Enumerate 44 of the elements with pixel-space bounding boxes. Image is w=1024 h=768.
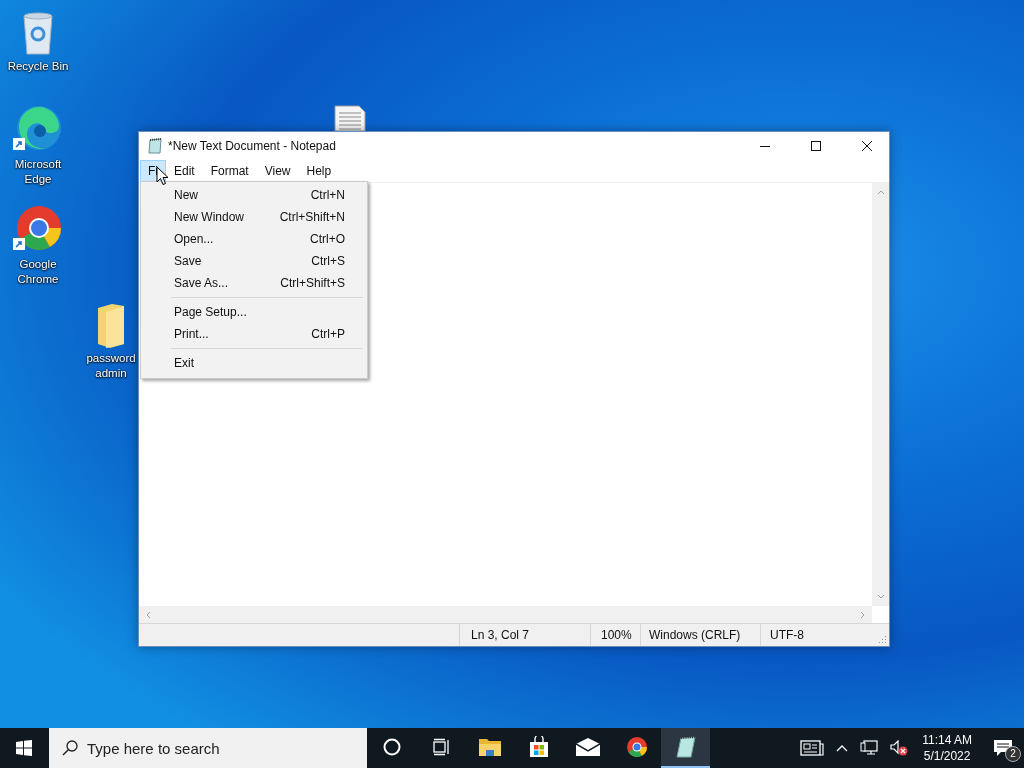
folder-icon (477, 737, 502, 757)
muted-speaker-icon[interactable] (890, 740, 909, 756)
cursor-icon (156, 166, 169, 186)
document-icon[interactable] (333, 104, 367, 131)
menu-item[interactable]: Edit (166, 160, 203, 182)
envelope-icon (575, 738, 600, 756)
menu-option[interactable]: Page Setup... (143, 301, 365, 323)
shopping-bag-icon (527, 736, 550, 758)
taskbar-button[interactable] (661, 728, 710, 768)
network-icon[interactable] (860, 740, 879, 756)
close-icon[interactable] (861, 140, 873, 152)
search-icon (62, 740, 78, 756)
notification-count-badge: 2 (1005, 746, 1021, 762)
status-bar-field: UTF-8 (760, 624, 877, 646)
chrome-icon (625, 736, 648, 758)
menu-item[interactable]: View (256, 160, 299, 182)
maximize-icon[interactable] (810, 140, 822, 152)
window-title: *New Text Document - Notepad (168, 139, 337, 153)
menu-item[interactable]: Help (298, 160, 340, 182)
status-bar-field: Ln 3, Col 7 (459, 624, 590, 646)
clock-time[interactable]: 11:14 AM (922, 732, 972, 748)
status-bar-field: 100% (590, 624, 640, 646)
menu-option[interactable]: Exit (143, 352, 365, 374)
circle-icon (382, 738, 401, 756)
task-view-icon (431, 738, 450, 756)
desktop-icon-label[interactable]: Recycle Bin (3, 59, 73, 74)
menu-item[interactable]: Format (202, 160, 257, 182)
search-field[interactable]: Type here to search (49, 728, 367, 768)
menu-option[interactable]: Save Ctrl+S (143, 250, 365, 272)
notepad-icon (674, 736, 697, 758)
menu-option[interactable]: Save As... Ctrl+Shift+S (143, 272, 365, 294)
caret-up-icon[interactable] (836, 744, 849, 752)
menu-option[interactable]: Open... Ctrl+O (143, 228, 365, 250)
desktop-icon-label[interactable]: Microsoft Edge (3, 157, 73, 187)
menu-option[interactable]: New Ctrl+N (143, 184, 365, 206)
windows-logo-icon (16, 740, 32, 756)
news-icon[interactable] (800, 739, 825, 757)
menu-option[interactable]: New Window Ctrl+Shift+N (143, 206, 365, 228)
menu-option[interactable]: Print... Ctrl+P (143, 323, 365, 345)
resize-grip-icon[interactable] (877, 634, 887, 644)
clock-date[interactable]: 5/1/2022 (923, 748, 971, 764)
status-bar-field: Windows (CRLF) (640, 624, 760, 646)
desktop-icon-label[interactable]: Google Chrome (3, 257, 73, 287)
notepad-icon (147, 138, 163, 154)
